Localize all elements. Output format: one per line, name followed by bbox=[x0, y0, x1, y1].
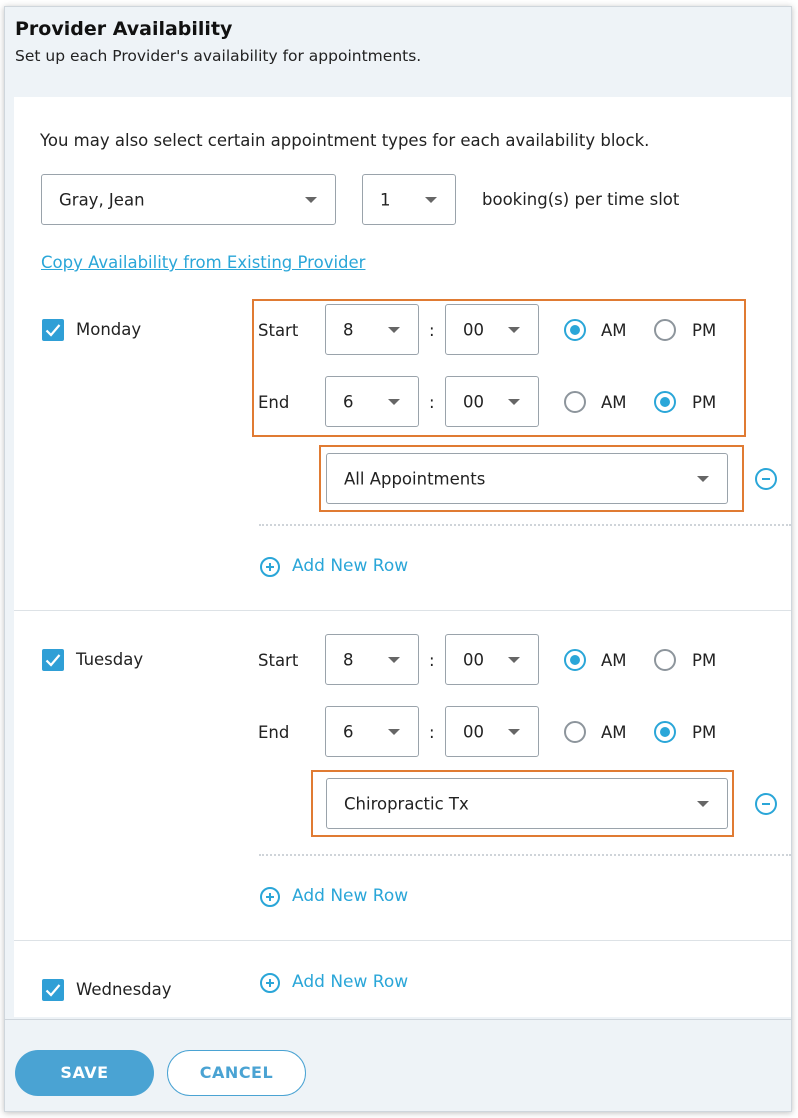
tuesday-end-pm-radio[interactable] bbox=[654, 721, 676, 743]
start-minute-value: 00 bbox=[463, 650, 484, 669]
time-colon: : bbox=[429, 651, 435, 670]
tuesday-start-hour-select[interactable]: 8 bbox=[325, 634, 419, 685]
day-label-wednesday: Wednesday bbox=[76, 980, 172, 999]
pm-label: PM bbox=[692, 393, 717, 412]
plus-circle-icon bbox=[260, 887, 280, 907]
am-label: AM bbox=[601, 651, 627, 670]
chevron-down-icon bbox=[388, 326, 400, 333]
end-minute-value: 00 bbox=[463, 392, 484, 411]
chevron-down-icon bbox=[508, 656, 520, 663]
checkmark-icon bbox=[45, 324, 61, 337]
start-minute-value: 00 bbox=[463, 320, 484, 339]
provider-select[interactable]: Gray, Jean bbox=[41, 174, 336, 225]
end-hour-value: 6 bbox=[343, 722, 354, 741]
tuesday-appointment-type-select[interactable]: Chiropractic Tx bbox=[326, 778, 728, 829]
appointment-type-value: All Appointments bbox=[344, 469, 486, 488]
cancel-button[interactable]: CANCEL bbox=[167, 1050, 306, 1096]
monday-start-hour-select[interactable]: 8 bbox=[325, 304, 419, 355]
chevron-down-icon bbox=[388, 728, 400, 735]
start-label: Start bbox=[258, 651, 299, 670]
end-hour-value: 6 bbox=[343, 392, 354, 411]
day-label-tuesday: Tuesday bbox=[76, 650, 144, 669]
start-label: Start bbox=[258, 321, 299, 340]
end-label: End bbox=[258, 393, 290, 412]
copy-availability-link[interactable]: Copy Availability from Existing Provider bbox=[41, 253, 365, 272]
tuesday-start-am-radio[interactable] bbox=[564, 649, 586, 671]
monday-appointment-type-select[interactable]: All Appointments bbox=[326, 453, 728, 504]
time-colon: : bbox=[429, 321, 435, 340]
day-divider bbox=[14, 940, 791, 941]
monday-start-pm-radio[interactable] bbox=[654, 319, 676, 341]
chevron-down-icon bbox=[508, 728, 520, 735]
chevron-down-icon bbox=[508, 398, 520, 405]
start-hour-value: 8 bbox=[343, 650, 354, 669]
start-hour-value: 8 bbox=[343, 320, 354, 339]
end-minute-value: 00 bbox=[463, 722, 484, 741]
pm-label: PM bbox=[692, 723, 717, 742]
monday-start-minute-select[interactable]: 00 bbox=[445, 304, 539, 355]
row-separator bbox=[259, 854, 791, 856]
monday-end-pm-radio[interactable] bbox=[654, 391, 676, 413]
availability-card: You may also select certain appointment … bbox=[14, 97, 791, 1017]
page-subtitle: Set up each Provider's availability for … bbox=[15, 47, 422, 65]
add-row-label: Add New Row bbox=[292, 972, 409, 992]
chevron-down-icon bbox=[388, 398, 400, 405]
am-label: AM bbox=[601, 723, 627, 742]
tuesday-start-pm-radio[interactable] bbox=[654, 649, 676, 671]
chevron-down-icon bbox=[697, 800, 709, 807]
am-label: AM bbox=[601, 393, 627, 412]
provider-select-value: Gray, Jean bbox=[59, 190, 145, 209]
tuesday-end-am-radio[interactable] bbox=[564, 721, 586, 743]
add-row-label: Add New Row bbox=[292, 886, 409, 906]
page-title: Provider Availability bbox=[15, 18, 233, 40]
checkmark-icon bbox=[45, 654, 61, 667]
time-colon: : bbox=[429, 723, 435, 742]
save-button[interactable]: SAVE bbox=[15, 1050, 154, 1096]
provider-availability-dialog: Provider Availability Set up each Provid… bbox=[4, 6, 792, 1112]
monday-end-minute-select[interactable]: 00 bbox=[445, 376, 539, 427]
tuesday-checkbox[interactable] bbox=[42, 649, 64, 671]
plus-circle-icon bbox=[260, 557, 280, 577]
dialog-footer: SAVE CANCEL bbox=[5, 1019, 791, 1111]
monday-end-hour-select[interactable]: 6 bbox=[325, 376, 419, 427]
tuesday-end-hour-select[interactable]: 6 bbox=[325, 706, 419, 757]
intro-text: You may also select certain appointment … bbox=[40, 131, 650, 150]
end-label: End bbox=[258, 723, 290, 742]
chevron-down-icon bbox=[388, 656, 400, 663]
remove-row-icon[interactable] bbox=[755, 468, 777, 490]
day-label-monday: Monday bbox=[76, 320, 142, 339]
tuesday-end-minute-select[interactable]: 00 bbox=[445, 706, 539, 757]
bookings-per-slot-select[interactable]: 1 bbox=[362, 174, 456, 225]
monday-end-am-radio[interactable] bbox=[564, 391, 586, 413]
day-divider bbox=[14, 610, 791, 611]
chevron-down-icon bbox=[305, 196, 317, 203]
plus-circle-icon bbox=[260, 973, 280, 993]
am-label: AM bbox=[601, 321, 627, 340]
chevron-down-icon bbox=[697, 475, 709, 482]
remove-row-icon[interactable] bbox=[755, 793, 777, 815]
time-colon: : bbox=[429, 393, 435, 412]
checkmark-icon bbox=[45, 984, 61, 997]
add-row-label: Add New Row bbox=[292, 556, 409, 576]
pm-label: PM bbox=[692, 321, 717, 340]
monday-checkbox[interactable] bbox=[42, 319, 64, 341]
chevron-down-icon bbox=[425, 196, 437, 203]
bookings-label: booking(s) per time slot bbox=[482, 190, 680, 209]
appointment-type-value: Chiropractic Tx bbox=[344, 794, 469, 813]
tuesday-start-minute-select[interactable]: 00 bbox=[445, 634, 539, 685]
bookings-select-value: 1 bbox=[380, 190, 391, 209]
monday-start-am-radio[interactable] bbox=[564, 319, 586, 341]
row-separator bbox=[259, 524, 791, 526]
pm-label: PM bbox=[692, 651, 717, 670]
wednesday-checkbox[interactable] bbox=[42, 979, 64, 1001]
chevron-down-icon bbox=[508, 326, 520, 333]
